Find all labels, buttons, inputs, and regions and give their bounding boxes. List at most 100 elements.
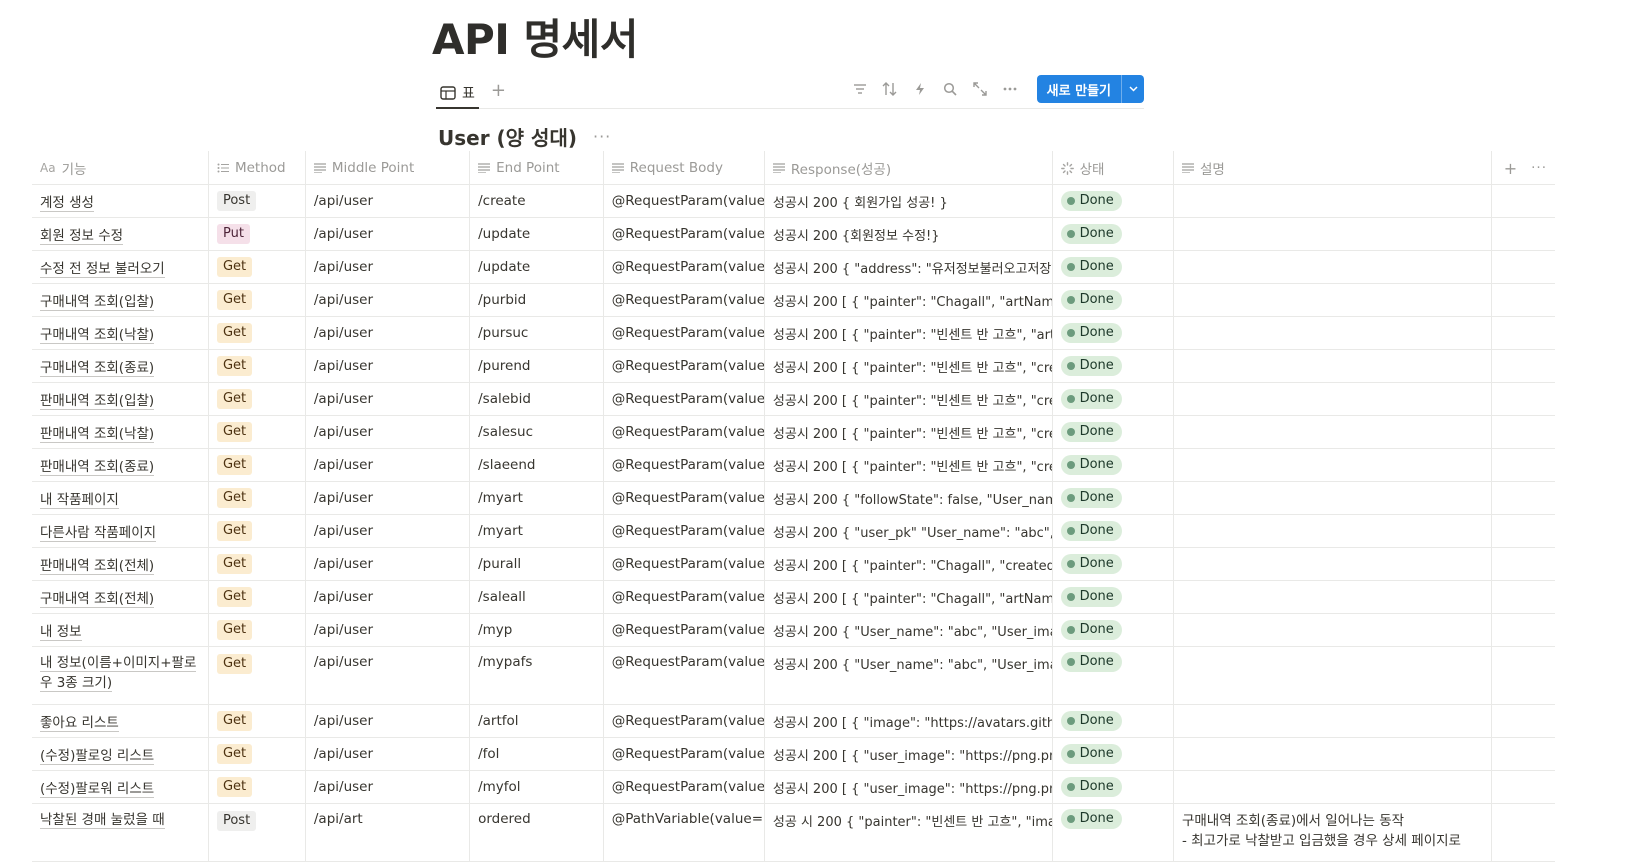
add-property-icon[interactable]: + (1504, 159, 1517, 178)
cell-end-point[interactable]: /fol (469, 737, 604, 771)
cell-method[interactable]: Get (208, 349, 306, 383)
cell-description[interactable] (1173, 316, 1493, 350)
cell-description[interactable] (1173, 646, 1493, 705)
table-row[interactable]: (수정)팔로잉 리스트 Get/api/user/fol @RequestParam… (32, 737, 1555, 771)
cell-response[interactable]: 성공시 200 [ { "user_image": "https://png.p… (764, 737, 1053, 771)
cell-middle-point[interactable]: /api/user (305, 283, 471, 317)
cell-status[interactable]: Done (1052, 448, 1174, 482)
cell-status[interactable]: Done (1052, 316, 1174, 350)
cell-request-body[interactable]: @RequestParam(value="u (603, 283, 765, 317)
cell-description[interactable] (1173, 737, 1493, 771)
cell-name[interactable]: (수정)팔로워 리스트 (32, 770, 209, 804)
cell-name[interactable]: (수정)팔로잉 리스트 (32, 737, 209, 771)
cell-empty[interactable] (1491, 613, 1555, 647)
cell-middle-point[interactable]: /api/user (305, 770, 471, 804)
cell-request-body[interactable]: @RequestParam(value="u (603, 382, 765, 416)
column-header-request-body[interactable]: Request Body (603, 151, 765, 185)
table-row[interactable]: 좋아요 리스트 Get/api/user/artfol @RequestParam(… (32, 704, 1555, 738)
cell-method[interactable]: Get (208, 547, 306, 581)
cell-request-body[interactable]: @RequestParam(value="u (603, 349, 765, 383)
table-row[interactable]: 판매내역 조회(입찰) Get/api/user/salebid @RequestP… (32, 382, 1555, 416)
group-title[interactable]: User (양 성대) (438, 122, 577, 151)
cell-status[interactable]: Done (1052, 580, 1174, 614)
cell-end-point[interactable]: /salesuc (469, 415, 604, 449)
expand-icon[interactable] (971, 80, 989, 98)
new-button[interactable]: 새로 만들기 (1036, 75, 1144, 103)
table-row[interactable]: 계정 생성 Post/api/user/create @RequestParam(v… (32, 184, 1555, 218)
cell-description[interactable] (1173, 481, 1493, 515)
cell-status[interactable]: Done (1052, 349, 1174, 383)
cell-end-point[interactable]: /mypafs (469, 646, 604, 705)
table-row[interactable]: 판매내역 조회(종료) Get/api/user/slaeend @RequestP… (32, 448, 1555, 482)
cell-name[interactable]: 판매내역 조회(낙찰) (32, 415, 209, 449)
cell-middle-point[interactable]: /api/user (305, 481, 471, 515)
cell-end-point[interactable]: /saleall (469, 580, 604, 614)
column-header-middle-point[interactable]: Middle Point (305, 151, 471, 185)
cell-request-body[interactable]: @RequestParam(value="u (603, 547, 765, 581)
cell-request-body[interactable]: @RequestParam(value="u (603, 514, 765, 548)
cell-end-point[interactable]: /purend (469, 349, 604, 383)
cell-name[interactable]: 판매내역 조회(입찰) (32, 382, 209, 416)
column-header-response[interactable]: Response(성공) (764, 151, 1053, 185)
filter-icon[interactable] (851, 80, 869, 98)
cell-description[interactable] (1173, 613, 1493, 647)
cell-name[interactable]: 구매내역 조회(종료) (32, 349, 209, 383)
cell-status[interactable]: Done (1052, 770, 1174, 804)
cell-request-body[interactable]: @PathVariable(value="art (603, 803, 765, 862)
cell-middle-point[interactable]: /api/user (305, 217, 471, 251)
cell-method[interactable]: Get (208, 382, 306, 416)
cell-response[interactable]: 성공시 200 [ { "painter": "Chagall", "artNa… (764, 283, 1053, 317)
cell-request-body[interactable]: @RequestParam(value="u (603, 737, 765, 771)
column-header-description[interactable]: 설명 (1173, 151, 1493, 185)
cell-status[interactable]: Done (1052, 514, 1174, 548)
cell-description[interactable] (1173, 349, 1493, 383)
cell-status[interactable]: Done (1052, 382, 1174, 416)
cell-method[interactable]: Get (208, 283, 306, 317)
column-header-status[interactable]: 상태 (1052, 151, 1174, 185)
cell-request-body[interactable]: @RequestParam(value="u (603, 580, 765, 614)
cell-middle-point[interactable]: /api/user (305, 448, 471, 482)
cell-request-body[interactable]: @RequestParam(value="u (603, 613, 765, 647)
cell-name[interactable]: 좋아요 리스트 (32, 704, 209, 738)
table-row[interactable]: 구매내역 조회(종료) Get/api/user/purend @RequestPa… (32, 349, 1555, 383)
cell-status[interactable]: Done (1052, 646, 1174, 705)
cell-request-body[interactable]: @RequestParam(value="u (603, 704, 765, 738)
cell-middle-point[interactable]: /api/user (305, 415, 471, 449)
cell-response[interactable]: 성공시 200 [ { "painter": "빈센트 반 고흐", "artN… (764, 316, 1053, 350)
cell-description[interactable] (1173, 580, 1493, 614)
cell-response[interactable]: 성공시 200 [ { "painter": "빈센트 반 고흐", "crea… (764, 415, 1053, 449)
cell-response[interactable]: 성공시 200 { 회원가입 성공! } (764, 184, 1053, 218)
cell-name[interactable]: 회원 정보 수정 (32, 217, 209, 251)
cell-response[interactable]: 성공시 200 {회원정보 수정!} (764, 217, 1053, 251)
table-row[interactable]: 회원 정보 수정 Put/api/user/update @RequestParam… (32, 217, 1555, 251)
cell-empty[interactable] (1491, 704, 1555, 738)
cell-status[interactable]: Done (1052, 613, 1174, 647)
cell-middle-point[interactable]: /api/user (305, 704, 471, 738)
more-icon[interactable]: ··· (1531, 160, 1547, 176)
cell-request-body[interactable]: @RequestParam(value="u (603, 184, 765, 218)
cell-method[interactable]: Get (208, 481, 306, 515)
cell-empty[interactable] (1491, 803, 1555, 862)
cell-response[interactable]: 성공시 200 { "user_pk" "User_name": "abc", … (764, 514, 1053, 548)
cell-middle-point[interactable]: /api/user (305, 547, 471, 581)
cell-middle-point[interactable]: /api/user (305, 613, 471, 647)
cell-method[interactable]: Get (208, 415, 306, 449)
table-row[interactable]: 판매내역 조회(전체) Get/api/user/purall @RequestPa… (32, 547, 1555, 581)
cell-response[interactable]: 성공시 200 { "address": "유저정보불러오고저장하 (764, 250, 1053, 284)
table-row[interactable]: 낙찰된 경매 눌렀을 때 Post/api/art ordered @PathVari… (32, 803, 1555, 862)
cell-end-point[interactable]: /myart (469, 514, 604, 548)
cell-end-point[interactable]: /purall (469, 547, 604, 581)
table-row[interactable]: 내 정보(이름+이미지+팔로우 3종 크기) Get/api/user/mypaf… (32, 646, 1555, 705)
table-row[interactable]: (수정)팔로워 리스트 Get/api/user/myfol @RequestPar… (32, 770, 1555, 804)
cell-request-body[interactable]: @RequestParam(value="u (603, 217, 765, 251)
automation-icon[interactable] (911, 80, 929, 98)
cell-empty[interactable] (1491, 770, 1555, 804)
cell-empty[interactable] (1491, 349, 1555, 383)
cell-request-body[interactable]: @RequestParam(value="u (603, 316, 765, 350)
cell-end-point[interactable]: /update (469, 217, 604, 251)
cell-end-point[interactable]: /create (469, 184, 604, 218)
cell-middle-point[interactable]: /api/user (305, 349, 471, 383)
cell-description[interactable] (1173, 283, 1493, 317)
cell-middle-point[interactable]: /api/user (305, 316, 471, 350)
cell-empty[interactable] (1491, 737, 1555, 771)
